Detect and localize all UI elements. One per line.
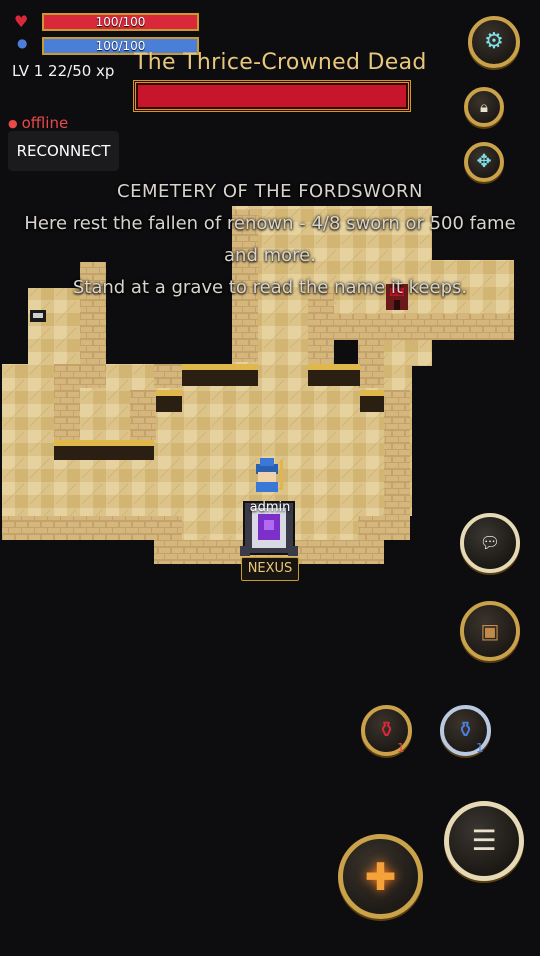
health-potion-button[interactable]: ⚱ 1 — [361, 705, 412, 756]
player-name-label: admin — [249, 500, 291, 515]
nexus-label: NEXUS — [241, 557, 299, 581]
target-button[interactable]: ✥ — [464, 142, 504, 182]
mana-potion-count: 1 — [476, 741, 484, 755]
zone-title: CEMETERY OF THE FORDSWORN — [117, 181, 423, 202]
health-potion-count: 1 — [397, 741, 405, 755]
chat-button[interactable]: 💬︎ — [460, 513, 520, 573]
sparkle-icon: ✚ — [364, 854, 397, 899]
health-bar: 100/100 — [42, 13, 199, 31]
zone-message-line-3: Stand at a grave to read the name it kee… — [72, 277, 468, 298]
health-text: 100/100 — [95, 15, 146, 29]
ability-button[interactable]: ✚ — [338, 834, 423, 919]
reconnect-button[interactable]: RECONNECT — [8, 131, 119, 171]
level-xp-readout: LV 1 22/50 xp — [12, 62, 115, 80]
lock-button[interactable]: 🔒︎ — [464, 87, 504, 127]
speed-icon: ☰ — [471, 824, 497, 857]
connection-status: ● offline — [8, 114, 68, 132]
crosshair-icon: ✥ — [476, 151, 492, 172]
small-object-sprite — [30, 310, 46, 322]
chat-icon: 💬︎ — [479, 533, 501, 552]
zone-message-line-1: Here rest the fallen of renown - 4/8 swo… — [24, 213, 516, 234]
dash-button[interactable]: ☰ — [444, 801, 524, 881]
zone-message-line-2: and more. — [224, 245, 316, 266]
status-text: offline — [21, 114, 69, 132]
lock-icon: 🔒︎ — [480, 97, 488, 116]
boss-health-bar — [133, 80, 411, 112]
mana-drop-icon: ● — [17, 36, 28, 50]
status-dot-icon: ● — [8, 117, 18, 130]
inventory-button[interactable]: ▣ — [460, 601, 520, 661]
boss-name: The Thrice-Crowned Dead — [134, 50, 427, 75]
mana-potion-icon: ⚱ — [456, 717, 475, 743]
settings-button[interactable]: ⚙ — [468, 16, 520, 68]
health-potion-icon: ⚱ — [377, 717, 396, 743]
hp-heart-icon: ♥ — [14, 12, 29, 31]
mana-potion-button[interactable]: ⚱ 1 — [440, 705, 491, 756]
backpack-icon: ▣ — [480, 619, 500, 643]
gear-icon: ⚙ — [484, 29, 504, 54]
